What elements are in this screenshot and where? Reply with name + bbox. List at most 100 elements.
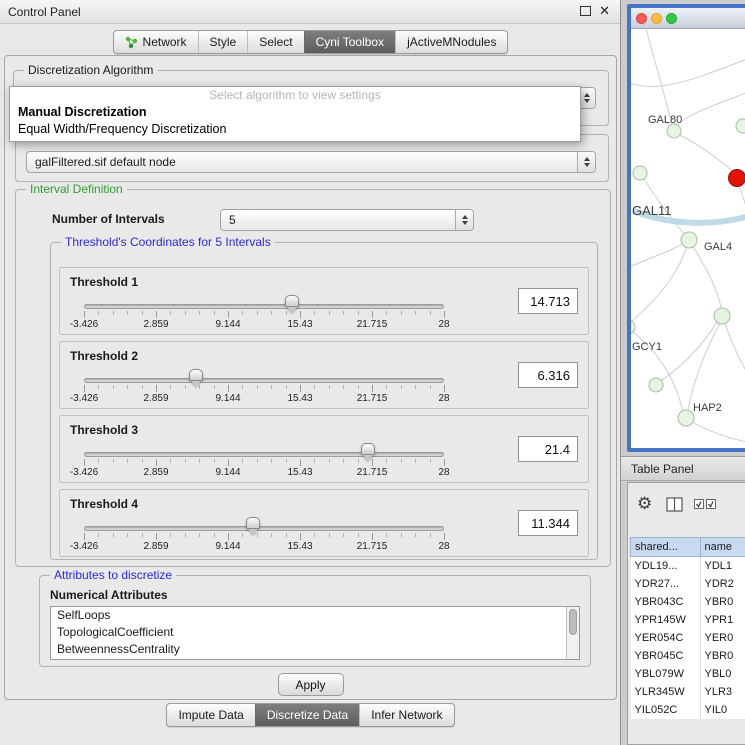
table-row[interactable]: YDR27...YDR2 bbox=[631, 575, 745, 593]
zoom-traffic-light-icon[interactable] bbox=[666, 13, 677, 24]
attributes-to-discretize-group: Attributes to discretize Numerical Attri… bbox=[39, 575, 591, 667]
tab-discretize-data[interactable]: Discretize Data bbox=[255, 704, 359, 726]
list-item-topologicalcoefficient[interactable]: TopologicalCoefficient bbox=[51, 624, 579, 641]
tick-label: 21.715 bbox=[357, 393, 388, 404]
bottom-tabbar: Impute Data Discretize Data Infer Networ… bbox=[0, 703, 621, 727]
tab-label: Infer Network bbox=[371, 708, 442, 722]
list-item-betweennesscentrality[interactable]: BetweennessCentrality bbox=[51, 641, 579, 658]
network-view-window[interactable]: GAL80 GAL11 GAL4 GCY1 HAP2 bbox=[627, 4, 745, 452]
node[interactable] bbox=[736, 119, 745, 133]
scrollbar-thumb[interactable] bbox=[569, 609, 577, 635]
dropdown-placeholder: Select algorithm to view settings bbox=[10, 87, 580, 104]
threshold-1-slider[interactable]: -3.426 2.859 9.144 15.43 21.715 28 bbox=[72, 292, 456, 334]
selected-node[interactable] bbox=[729, 170, 745, 187]
tick-label: 21.715 bbox=[357, 319, 388, 330]
close-icon[interactable]: ✕ bbox=[599, 5, 610, 17]
close-traffic-light-icon[interactable] bbox=[636, 13, 647, 24]
threshold-4-value-input[interactable] bbox=[518, 510, 578, 536]
float-window-icon[interactable] bbox=[580, 6, 591, 16]
column-header-name[interactable]: name bbox=[700, 538, 745, 557]
tab-jactivemnodules[interactable]: jActiveMNodules bbox=[395, 31, 507, 53]
node[interactable] bbox=[714, 308, 730, 324]
group-title: Interval Definition bbox=[26, 183, 127, 196]
slider-track[interactable] bbox=[84, 526, 444, 531]
tab-select[interactable]: Select bbox=[247, 31, 303, 53]
node-gcy1[interactable] bbox=[631, 320, 635, 334]
threshold-2-label: Threshold 2 bbox=[70, 349, 138, 363]
control-panel-titlebar: Control Panel ✕ bbox=[0, 0, 620, 24]
tab-network[interactable]: Network bbox=[114, 31, 198, 53]
tab-impute-data[interactable]: Impute Data bbox=[167, 704, 254, 726]
node-label-gal11: GAL11 bbox=[632, 203, 672, 218]
option-manual-discretization[interactable]: Manual Discretization bbox=[10, 104, 580, 121]
table-panel-title: Table Panel bbox=[621, 456, 745, 481]
slider-thumb[interactable] bbox=[189, 369, 203, 381]
apply-button[interactable]: Apply bbox=[278, 673, 344, 696]
gear-icon[interactable]: ⚙ bbox=[637, 494, 652, 514]
number-of-intervals-select[interactable]: 5 bbox=[220, 209, 474, 231]
table-row[interactable]: YER054CYER0 bbox=[631, 629, 745, 647]
slider-track[interactable] bbox=[84, 452, 444, 457]
tab-label: jActiveMNodules bbox=[407, 35, 496, 49]
node-gal80[interactable] bbox=[667, 124, 681, 138]
slider-thumb[interactable] bbox=[361, 443, 375, 455]
tab-style[interactable]: Style bbox=[198, 31, 248, 53]
tick-label: 2.859 bbox=[143, 467, 168, 478]
tick-label: 28 bbox=[438, 467, 449, 478]
table-toolbar: ⚙ bbox=[628, 483, 745, 533]
node[interactable] bbox=[633, 166, 647, 180]
threshold-1-panel: Threshold 1 -3.426 2.859 9.144 1 bbox=[59, 267, 589, 335]
tab-cyni-toolbox[interactable]: Cyni Toolbox bbox=[304, 31, 395, 53]
select-columns-icon[interactable] bbox=[694, 499, 716, 513]
tick-label: -3.426 bbox=[70, 319, 98, 330]
tick-label: 2.859 bbox=[143, 541, 168, 552]
threshold-4-label: Threshold 4 bbox=[70, 497, 138, 511]
table-row[interactable]: YBR043CYBR0 bbox=[631, 593, 745, 611]
slider-thumb[interactable] bbox=[285, 295, 299, 307]
node[interactable] bbox=[649, 378, 663, 392]
table-data-selected-value: galFiltered.sif default node bbox=[35, 155, 176, 169]
table-row[interactable]: YPR145WYPR1 bbox=[631, 611, 745, 629]
table-row[interactable]: YLR345WYLR3 bbox=[631, 683, 745, 701]
tab-infer-network[interactable]: Infer Network bbox=[359, 704, 453, 726]
threshold-3-panel: Threshold 3 -3.426 2.859 9.144 1 bbox=[59, 415, 589, 483]
option-equal-width-frequency[interactable]: Equal Width/Frequency Discretization bbox=[10, 121, 580, 138]
group-title: Threshold's Coordinates for 5 Intervals bbox=[61, 236, 275, 249]
threshold-4-slider[interactable]: -3.426 2.859 9.144 15.43 21.715 28 bbox=[72, 514, 456, 556]
tab-label: Discretize Data bbox=[267, 708, 348, 722]
threshold-2-slider[interactable]: -3.426 2.859 9.144 15.43 21.715 28 bbox=[72, 366, 456, 408]
tab-label: Cyni Toolbox bbox=[316, 35, 384, 49]
node-label-gcy1: GCY1 bbox=[632, 341, 662, 353]
group-title: Discretization Algorithm bbox=[24, 64, 157, 77]
table-data-select[interactable]: galFiltered.sif default node bbox=[26, 151, 596, 173]
tick-label: 21.715 bbox=[357, 467, 388, 478]
node-label-gal80: GAL80 bbox=[648, 114, 682, 126]
threshold-2-value-input[interactable] bbox=[518, 362, 578, 388]
network-nodes[interactable] bbox=[631, 119, 745, 426]
columns-icon[interactable] bbox=[666, 497, 683, 515]
threshold-3-value-input[interactable] bbox=[518, 436, 578, 462]
tick-label: 2.859 bbox=[143, 393, 168, 404]
column-header-shared-name[interactable]: shared... bbox=[631, 538, 701, 557]
list-item-selfloops[interactable]: SelfLoops bbox=[51, 607, 579, 624]
slider-thumb[interactable] bbox=[246, 517, 260, 529]
network-canvas[interactable]: GAL80 GAL11 GAL4 GCY1 HAP2 bbox=[631, 29, 745, 448]
node-gal4[interactable] bbox=[681, 232, 697, 248]
number-of-intervals-label: Number of Intervals bbox=[52, 212, 165, 226]
table-row[interactable]: YBL079WYBL0 bbox=[631, 665, 745, 683]
threshold-3-slider[interactable]: -3.426 2.859 9.144 15.43 21.715 28 bbox=[72, 440, 456, 482]
minimize-traffic-light-icon[interactable] bbox=[651, 13, 662, 24]
group-title: Attributes to discretize bbox=[50, 569, 176, 582]
list-scrollbar[interactable] bbox=[566, 607, 579, 659]
table-row[interactable]: YBR045CYBR0 bbox=[631, 647, 745, 665]
slider-track[interactable] bbox=[84, 378, 444, 383]
table-row[interactable]: YIL052CYIL0 bbox=[631, 701, 745, 719]
table-row[interactable]: YDL19...YDL1 bbox=[631, 557, 745, 575]
slider-track[interactable] bbox=[84, 304, 444, 309]
threshold-1-value-input[interactable] bbox=[518, 288, 578, 314]
node-hap2[interactable] bbox=[678, 410, 694, 426]
tab-label: Network bbox=[143, 35, 187, 49]
numerical-attributes-label: Numerical Attributes bbox=[50, 588, 168, 602]
tick-label: 28 bbox=[438, 541, 449, 552]
tick-label: -3.426 bbox=[70, 467, 98, 478]
